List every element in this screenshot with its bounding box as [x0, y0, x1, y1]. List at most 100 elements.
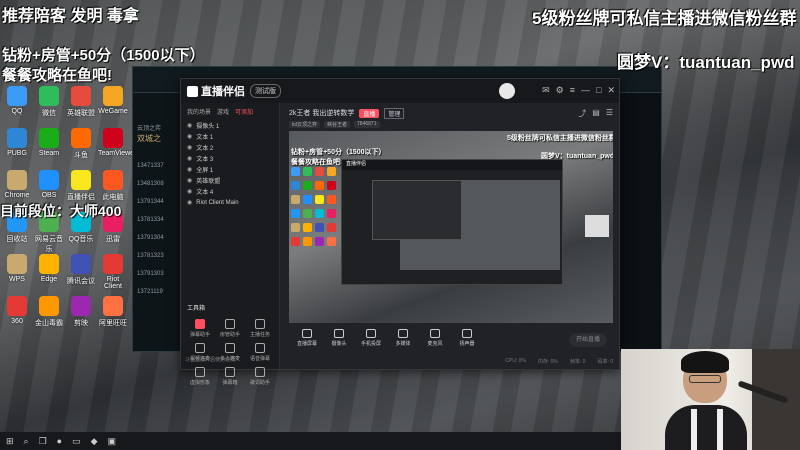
- source-item[interactable]: ◉ 摄像头 1: [181, 120, 279, 131]
- menu-icon[interactable]: ≡: [570, 85, 575, 96]
- game-icon[interactable]: ◆: [91, 436, 98, 447]
- tool-avatar[interactable]: 虚拟形象: [185, 367, 215, 386]
- desktop-icon[interactable]: WeGame: [98, 86, 128, 115]
- broadcast-app-window[interactable]: 直播伴侣 测试版 ✉ ⚙ ≡ — □ ✕ 我的场景 游戏 可添加 ◉ 摄像头 1 …: [180, 78, 620, 386]
- mic-button[interactable]: 麦克风: [421, 329, 449, 347]
- eye-icon[interactable]: ◉: [187, 166, 192, 173]
- desktop-icon[interactable]: 斗鱼: [66, 128, 96, 160]
- source-item[interactable]: ◉ 文本 2: [181, 142, 279, 153]
- desktop-icon[interactable]: OBS: [34, 170, 64, 199]
- tool-danmaku-box[interactable]: 弹幕箱: [215, 367, 245, 386]
- source-item[interactable]: ◉ Riot Client Main: [181, 197, 279, 208]
- desktop-icon[interactable]: WPS: [2, 254, 32, 283]
- source-item[interactable]: ◉ 全屏 1: [181, 164, 279, 175]
- box-icon: [225, 367, 235, 377]
- desktop-icon[interactable]: 阿里旺旺: [98, 296, 128, 328]
- broadcast-icon[interactable]: ▣: [108, 436, 117, 447]
- desktop-icon[interactable]: 微信: [34, 86, 64, 118]
- camera-button[interactable]: 摄像头: [325, 329, 353, 347]
- tool-voice-danmaku[interactable]: 语音弹幕: [245, 343, 275, 362]
- overlay-text: 目前段位：大师400: [0, 203, 122, 219]
- speaker-button[interactable]: 扬声器: [453, 329, 481, 347]
- desktop-icon[interactable]: 英雄联盟: [66, 86, 96, 118]
- stats-icon[interactable]: ▤: [592, 108, 600, 119]
- browser-icon[interactable]: ●: [57, 436, 62, 446]
- folder-icon[interactable]: ▭: [72, 436, 81, 447]
- eye-icon[interactable]: ◉: [187, 177, 192, 184]
- desktop-icon[interactable]: Edge: [34, 254, 64, 283]
- preview-icon-grid: [289, 167, 341, 297]
- eye-icon[interactable]: ◉: [187, 188, 192, 195]
- source-item[interactable]: ◉ 文本 3: [181, 153, 279, 164]
- live-badge: 直播: [359, 108, 380, 118]
- eye-icon[interactable]: ◉: [187, 133, 192, 140]
- media-button[interactable]: 多媒体: [389, 329, 417, 347]
- status-mem: 内存: 0%: [537, 359, 558, 365]
- desktop-icon[interactable]: 直播伴侣: [66, 170, 96, 202]
- chat-icon[interactable]: ☰: [606, 108, 613, 119]
- start-icon[interactable]: ⊞: [6, 436, 14, 447]
- eye-icon[interactable]: ◉: [187, 155, 192, 162]
- tool-lyrics[interactable]: 歌词助手: [245, 367, 275, 386]
- eye-icon[interactable]: ◉: [187, 122, 192, 129]
- settings-icon[interactable]: ⚙: [556, 85, 564, 96]
- multi-link-icon: [225, 343, 235, 353]
- desktop-icon[interactable]: 剪映: [66, 296, 96, 328]
- phone-icon: [366, 329, 376, 338]
- tab-game[interactable]: 游戏: [217, 107, 229, 116]
- tab-addable[interactable]: 可添加: [235, 107, 253, 116]
- tool-danmaku[interactable]: 弹幕助手: [185, 319, 215, 338]
- desktop-icon[interactable]: 腾讯会议: [66, 254, 96, 286]
- phone-cast-button[interactable]: 手机投屏: [357, 329, 385, 347]
- desktop-icon[interactable]: PUBG: [2, 128, 32, 157]
- task-view-icon[interactable]: ❐: [39, 436, 47, 447]
- camera-icon: [334, 329, 344, 338]
- room-actions: ⤴ ▤ ☰: [578, 108, 613, 119]
- status-cpu: CPU: 0%: [505, 358, 526, 364]
- admin-icon: [225, 319, 235, 329]
- tag-sub[interactable]: 峡谷王者: [324, 121, 351, 128]
- avatar-icon: [195, 367, 205, 377]
- manage-button[interactable]: 管理: [384, 107, 405, 119]
- status-bar: CPU: 0% 内存: 0% 帧率: 0 码率: 0: [289, 358, 613, 365]
- start-live-button[interactable]: 开始直播: [569, 333, 607, 347]
- maximize-icon[interactable]: □: [596, 85, 601, 96]
- eye-icon[interactable]: ◉: [187, 199, 192, 206]
- desktop-icon[interactable]: Steam: [34, 128, 64, 157]
- desktop-icon[interactable]: 360: [2, 296, 32, 325]
- task-icon: [255, 319, 265, 329]
- eye-icon[interactable]: ◉: [187, 144, 192, 151]
- stream-preview[interactable]: 5级粉丝牌可私信主播进微信粉丝群 圆梦V：tuantuan_pwd 钻粉+房管+…: [289, 131, 613, 323]
- desktop-icon[interactable]: TeamViewer: [98, 128, 136, 157]
- tool-tasks[interactable]: 主播任务: [245, 319, 275, 338]
- tag-category[interactable]: lol云顶之弈: [289, 121, 321, 128]
- tool-room-admin[interactable]: 房管助手: [215, 319, 245, 338]
- game-subtitle: 云顶之弈: [137, 126, 162, 132]
- desktop-icon[interactable]: QQ: [2, 86, 32, 115]
- game-title: 双城之: [137, 134, 161, 143]
- overlay-text: 钻粉+房管+50分（1500以下）: [2, 47, 205, 64]
- search-icon[interactable]: ⌕: [24, 436, 29, 447]
- toolbox-title: 工具箱: [187, 306, 206, 312]
- room-title[interactable]: 2k王者 我出逆转数学: [289, 108, 354, 118]
- danmaku-icon: [195, 319, 205, 329]
- preview-text: 钻粉+房管+50分（1500以下）: [291, 149, 386, 156]
- share-icon[interactable]: ⤴: [578, 108, 586, 119]
- desktop-icon[interactable]: Chrome: [2, 170, 32, 199]
- source-item[interactable]: ◉ 英雄联盟: [181, 175, 279, 186]
- scene-sidebar: 我的场景 游戏 可添加 ◉ 摄像头 1 ◉ 文本 1 ◉ 文本 2 ◉ 文本 3 ◉ 全屏…: [181, 103, 280, 386]
- source-item[interactable]: ◉ 文本 4: [181, 186, 279, 197]
- mail-icon[interactable]: ✉: [542, 85, 550, 96]
- app-logo: 直播伴侣: [187, 83, 245, 99]
- desktop-icon[interactable]: 金山毒霸: [34, 296, 64, 328]
- user-avatar[interactable]: [499, 83, 515, 99]
- desktop-icon[interactable]: Riot Client: [98, 254, 128, 290]
- source-item[interactable]: ◉ 文本 1: [181, 131, 279, 142]
- close-icon[interactable]: ✕: [607, 85, 615, 96]
- desktop-icon[interactable]: 此电脑: [98, 170, 128, 202]
- app-notice[interactable]: 斗鱼直播伴侣使用说明: [185, 356, 235, 363]
- minimize-icon[interactable]: —: [581, 85, 590, 96]
- tab-my-scenes[interactable]: 我的场景: [187, 107, 211, 116]
- screen-capture-button[interactable]: 直播屏幕: [293, 329, 321, 347]
- game-client-left-panel: 云顶之弈 双城之 13471337 13481308 13791344 1378…: [133, 93, 181, 351]
